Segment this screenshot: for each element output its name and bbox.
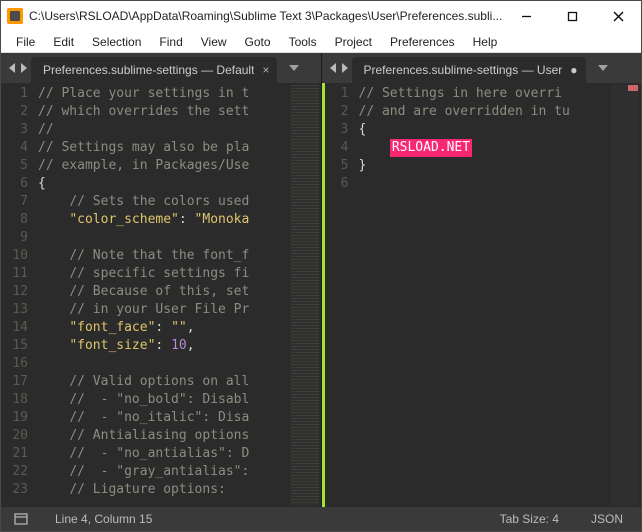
tab-label: Preferences.sublime-settings — User bbox=[364, 63, 563, 77]
menu-edit[interactable]: Edit bbox=[44, 33, 83, 51]
tab-dropdown-left[interactable] bbox=[283, 53, 305, 83]
minimize-button[interactable] bbox=[503, 1, 549, 31]
menu-file[interactable]: File bbox=[7, 33, 44, 51]
status-tabsize[interactable]: Tab Size: 4 bbox=[492, 512, 567, 526]
tab-nav-right[interactable] bbox=[326, 53, 352, 83]
menu-goto[interactable]: Goto bbox=[236, 33, 280, 51]
status-syntax[interactable]: JSON bbox=[583, 512, 631, 526]
close-button[interactable] bbox=[595, 1, 641, 31]
app-icon bbox=[7, 8, 23, 24]
title-bar: C:\Users\RSLOAD\AppData\Roaming\Sublime … bbox=[1, 1, 641, 31]
menu-project[interactable]: Project bbox=[326, 33, 381, 51]
minimap-right[interactable] bbox=[611, 85, 639, 505]
tab-default-settings[interactable]: Preferences.sublime-settings — Default × bbox=[31, 57, 277, 83]
menu-selection[interactable]: Selection bbox=[83, 33, 150, 51]
window-controls bbox=[503, 1, 641, 31]
pane-left: Preferences.sublime-settings — Default ×… bbox=[1, 53, 321, 507]
maximize-button[interactable] bbox=[549, 1, 595, 31]
window-title: C:\Users\RSLOAD\AppData\Roaming\Sublime … bbox=[29, 9, 503, 23]
pane-right: Preferences.sublime-settings — User ● 12… bbox=[321, 53, 642, 507]
close-icon[interactable]: × bbox=[262, 63, 269, 77]
panel-switcher-icon[interactable] bbox=[11, 513, 31, 525]
minimap-left[interactable] bbox=[291, 85, 319, 505]
tab-dropdown-right[interactable] bbox=[592, 53, 614, 83]
status-bar: Line 4, Column 15 Tab Size: 4 JSON bbox=[1, 507, 641, 531]
app-window: C:\Users\RSLOAD\AppData\Roaming\Sublime … bbox=[0, 0, 642, 532]
modified-marker bbox=[628, 85, 638, 91]
code-view-left[interactable]: 1234567891011121314151617181920212223 //… bbox=[1, 83, 321, 507]
dirty-icon[interactable]: ● bbox=[570, 63, 577, 77]
code-left[interactable]: // Place your settings in t// which over… bbox=[38, 83, 291, 507]
tab-bar-right: Preferences.sublime-settings — User ● bbox=[322, 53, 642, 83]
code-right[interactable]: // Settings in here overri// and are ove… bbox=[359, 83, 612, 507]
menu-bar: File Edit Selection Find View Goto Tools… bbox=[1, 31, 641, 53]
menu-view[interactable]: View bbox=[192, 33, 236, 51]
menu-preferences[interactable]: Preferences bbox=[381, 33, 464, 51]
gutter-right: 123456 bbox=[325, 83, 359, 507]
status-cursor[interactable]: Line 4, Column 15 bbox=[47, 512, 160, 526]
menu-tools[interactable]: Tools bbox=[280, 33, 326, 51]
menu-help[interactable]: Help bbox=[464, 33, 507, 51]
tab-label: Preferences.sublime-settings — Default bbox=[43, 63, 254, 77]
gutter-left: 1234567891011121314151617181920212223 bbox=[4, 83, 38, 507]
tab-nav-left[interactable] bbox=[5, 53, 31, 83]
tab-bar-left: Preferences.sublime-settings — Default × bbox=[1, 53, 321, 83]
tab-user-settings[interactable]: Preferences.sublime-settings — User ● bbox=[352, 57, 586, 83]
editor-area: Preferences.sublime-settings — Default ×… bbox=[1, 53, 641, 507]
menu-find[interactable]: Find bbox=[150, 33, 191, 51]
code-view-right[interactable]: 123456 // Settings in here overri// and … bbox=[322, 83, 642, 507]
